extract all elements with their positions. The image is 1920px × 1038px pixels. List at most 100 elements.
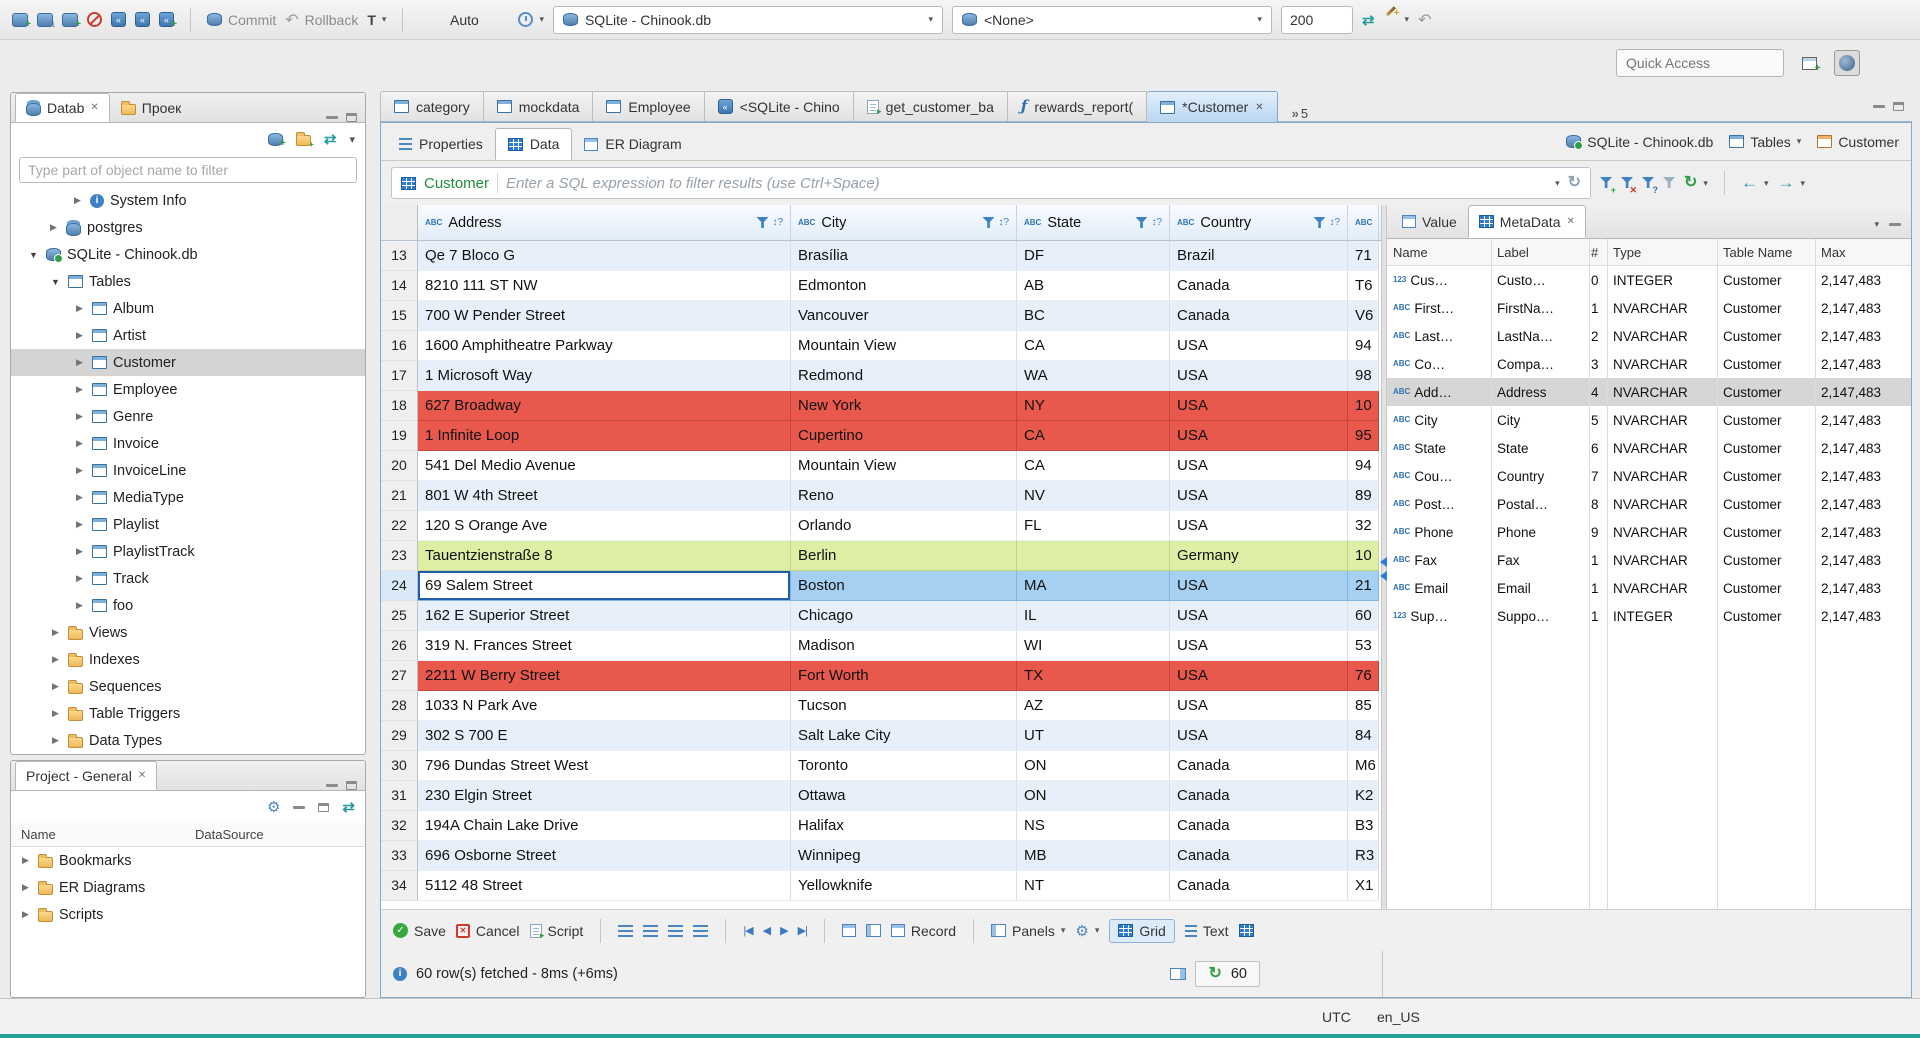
grid-cell[interactable]: 94 [1348,331,1379,361]
expand-arrow-icon[interactable] [73,600,86,611]
metadata-cell[interactable]: NVARCHAR [1607,441,1717,456]
collapse-arrow-icon[interactable] [27,250,40,260]
sql-console-icon[interactable] [135,12,150,27]
grid-row-30[interactable]: 30 796 Dundas Street West Toronto ON Canada M… [381,751,1381,781]
grid-cell[interactable]: Vancouver [791,301,1017,331]
metadata-row[interactable]: FaxFax1NVARCHARCustomer2,147,483 [1387,546,1911,574]
metadata-cell[interactable]: 8 [1589,497,1607,512]
metadata-cell[interactable]: Customer [1717,581,1815,596]
expand-arrow-icon[interactable] [49,627,62,638]
tree-item-foo[interactable]: foo [11,592,365,619]
grid-row-16[interactable]: 16 1600 Amphitheatre Parkway Mountain View… [381,331,1381,361]
sort-icon[interactable] [772,217,783,228]
grid-row-20[interactable]: 20 541 Del Medio Avenue Mountain View CA USA… [381,451,1381,481]
metadata-cell[interactable]: Custo… [1491,273,1589,288]
row-number[interactable]: 28 [381,691,418,721]
grid-cell[interactable]: USA [1170,481,1348,511]
grid-cell[interactable]: 1600 Amphitheatre Parkway [418,331,791,361]
grid-cell[interactable]: X1 [1348,871,1379,901]
link-with-editor-icon[interactable] [324,130,337,148]
grid-cell[interactable]: M6 [1348,751,1379,781]
tab-database-navigator[interactable]: Datab [15,93,110,122]
column-label[interactable]: Label [1491,245,1589,260]
breadcrumb-entity[interactable]: Customer [1817,134,1899,150]
row-number[interactable]: 27 [381,661,418,691]
editor-tab-mockdata[interactable]: mockdata [483,91,594,121]
maximize-icon[interactable] [346,781,357,790]
grid-cell[interactable]: 60 [1348,601,1379,631]
grid-view-button[interactable]: Grid [1109,918,1175,943]
transaction-mode-button[interactable]: T ▾ [367,12,386,28]
breadcrumb-tables[interactable]: Tables ▾ [1729,134,1801,150]
expand-arrow-icon[interactable] [73,411,86,422]
grid-config-button[interactable]: ▾ [1075,922,1100,940]
column-table-name[interactable]: Table Name [1717,245,1815,260]
expand-arrow-icon[interactable] [49,708,62,719]
grid-row-33[interactable]: 33 696 Osborne Street Winnipeg MB Canada R3 [381,841,1381,871]
grid-cell[interactable]: Berlin [791,541,1017,571]
grid-cell[interactable]: BC [1017,301,1170,331]
metadata-cell[interactable]: NVARCHAR [1607,497,1717,512]
expand-arrow-icon[interactable] [73,465,86,476]
tree-item-mediatype[interactable]: MediaType [11,484,365,511]
grid-row-34[interactable]: 34 5112 48 Street Yellowknife NT Canada X1 [381,871,1381,901]
expand-arrow-icon[interactable] [19,909,32,920]
metadata-cell[interactable]: Address [1491,385,1589,400]
metadata-cell[interactable]: 2,147,483 [1815,553,1911,568]
metadata-cell[interactable]: 1 [1589,581,1607,596]
grid-cell[interactable]: Reno [791,481,1017,511]
grid-row-21[interactable]: 21 801 W 4th Street Reno NV USA 89 [381,481,1381,511]
grid-cell[interactable]: 696 Osborne Street [418,841,791,871]
grid-cell[interactable]: 53 [1348,631,1379,661]
expand-arrow-icon[interactable] [73,438,86,449]
grid-row-23[interactable]: 23 Tauentzienstraße 8 Berlin Germany 10 [381,541,1381,571]
grid-cell[interactable]: T6 [1348,271,1379,301]
quick-access-input[interactable] [1616,49,1784,77]
filter-history-icon[interactable]: ▾ [1555,178,1560,189]
editor-tab-rewards_report[interactable]: rewards_report( [1007,91,1148,121]
metadata-name-cell[interactable]: Email [1387,581,1491,596]
grid-cell[interactable]: CA [1017,331,1170,361]
filter-icon[interactable] [1313,217,1326,228]
row-number[interactable]: 32 [381,811,418,841]
project-item-scripts[interactable]: Scripts [11,901,365,928]
grid-row-25[interactable]: 25 162 E Superior Street Chicago IL USA 60 [381,601,1381,631]
grid-cell[interactable]: Salt Lake City [791,721,1017,751]
metadata-cell[interactable]: Customer [1717,469,1815,484]
nav-back-button[interactable]: ▾ [1741,173,1769,193]
grid-cell[interactable]: NT [1017,871,1170,901]
grid-cell[interactable]: Canada [1170,781,1348,811]
row-number[interactable]: 15 [381,301,418,331]
tree-item-table-triggers[interactable]: Table Triggers [11,700,365,727]
filter-icon[interactable] [982,217,995,228]
minimize-icon[interactable] [326,784,338,787]
metadata-row[interactable]: Last… LastNa…2NVARCHARCustomer2,147,483 [1387,322,1911,350]
view-menu-icon[interactable]: ▾ [349,133,355,146]
minimize-icon[interactable] [1889,223,1901,226]
grid-cell[interactable]: 10 [1348,391,1379,421]
metadata-cell[interactable]: 2,147,483 [1815,441,1911,456]
grid-cell[interactable]: 1 Infinite Loop [418,421,791,451]
text-view-button[interactable]: Text [1184,923,1229,939]
metadata-cell[interactable]: 1 [1589,609,1607,624]
next-row-button[interactable] [780,924,787,937]
expand-arrow-icon[interactable] [73,546,86,557]
grid-cell[interactable]: USA [1170,661,1348,691]
collapse-arrow-icon[interactable] [49,277,62,287]
link-with-editor-icon[interactable] [342,798,355,816]
grid-row-31[interactable]: 31 230 Elgin Street Ottawa ON Canada K2 [381,781,1381,811]
grid-cell[interactable]: Edmonton [791,271,1017,301]
metadata-row[interactable]: Sup… Suppo…1INTEGERCustomer2,147,483 [1387,602,1911,630]
column-name[interactable]: Name [11,827,195,842]
grid-cell[interactable]: TX [1017,661,1170,691]
grid-cell[interactable]: 76 [1348,661,1379,691]
metadata-row[interactable]: EmailEmail1NVARCHARCustomer2,147,483 [1387,574,1911,602]
row-number[interactable]: 24 [381,571,418,601]
tree-item-sqlite-chinook-db[interactable]: SQLite - Chinook.db [11,241,365,268]
save-button[interactable]: Save [393,923,446,939]
grid-cell[interactable]: CA [1017,421,1170,451]
grid-cell[interactable]: 5112 48 Street [418,871,791,901]
sort-icon[interactable] [1329,217,1340,228]
metadata-cell[interactable]: NVARCHAR [1607,581,1717,596]
metadata-cell[interactable]: Customer [1717,413,1815,428]
